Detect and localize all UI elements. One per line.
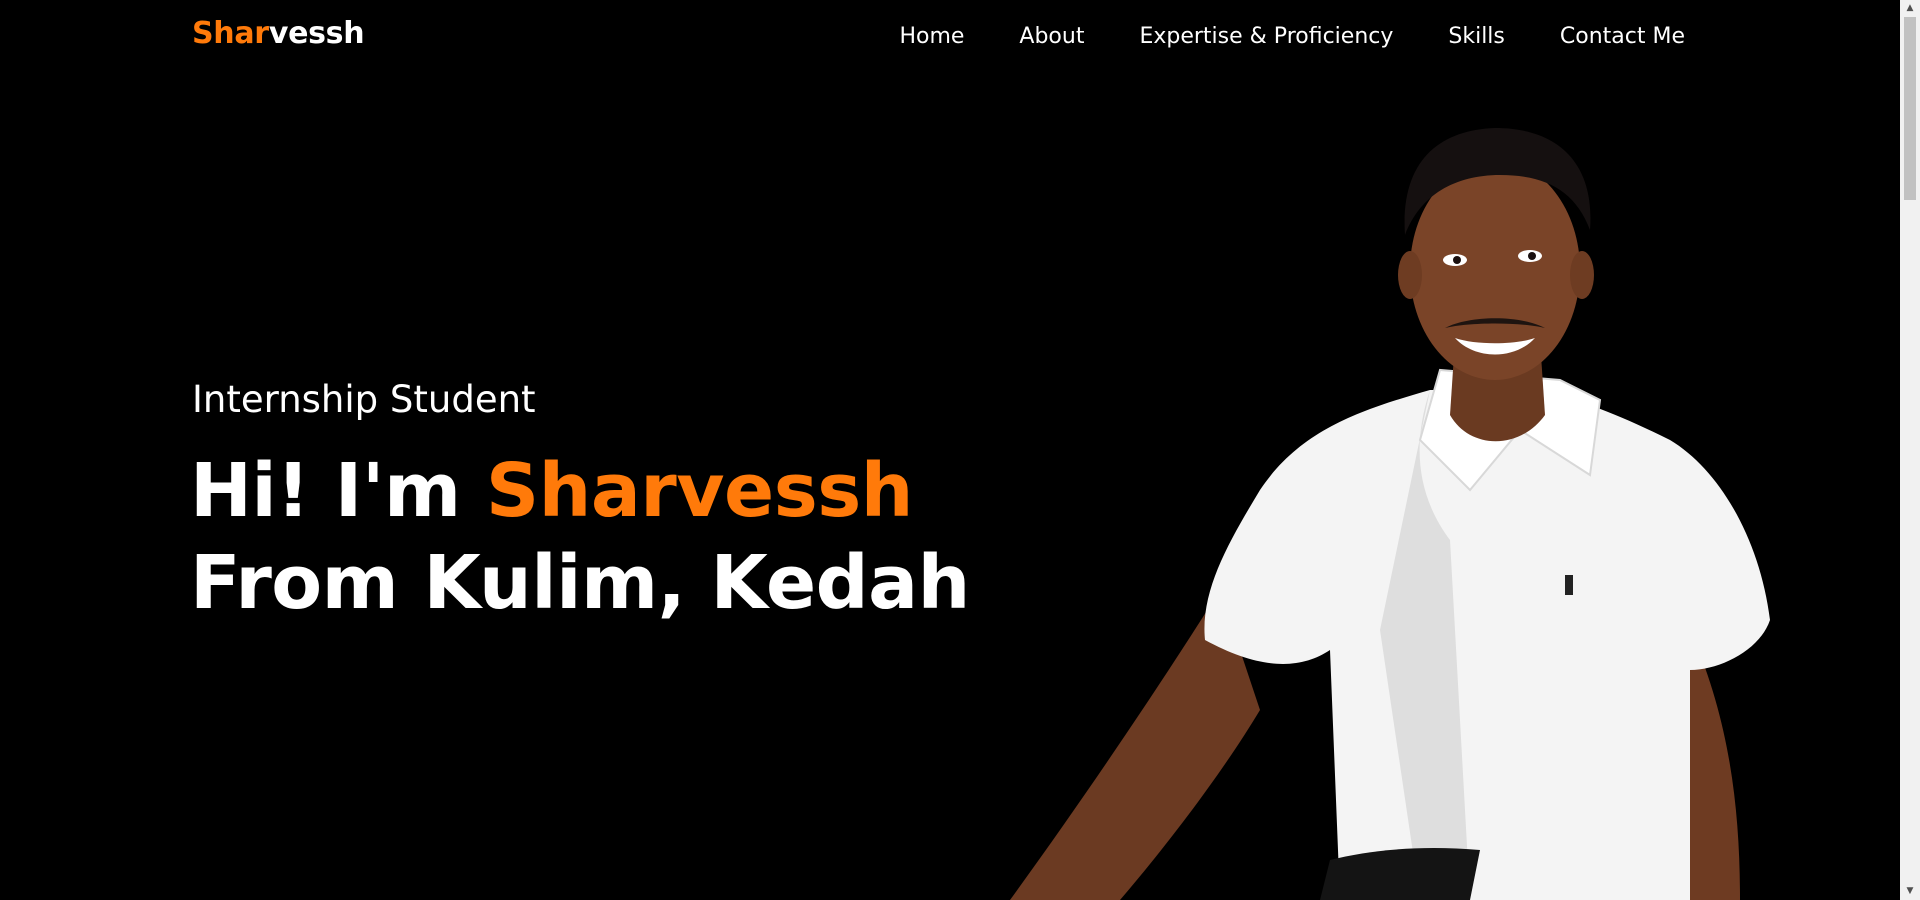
scroll-down-arrow-icon[interactable]: ▼ <box>1900 883 1920 900</box>
hero-section: Internship Student Hi! I'm Sharvessh Fro… <box>190 378 1090 629</box>
portrait-shirt-emblem <box>1565 575 1573 595</box>
nav-link-expertise[interactable]: Expertise & Proficiency <box>1139 24 1393 49</box>
profile-portrait-image <box>1010 128 1770 900</box>
nav-link-contact[interactable]: Contact Me <box>1560 24 1685 49</box>
nav-item-home: Home <box>899 24 964 49</box>
nav-menu: Home About Expertise & Proficiency Skill… <box>844 24 1685 49</box>
headline-greeting: Hi! I'm <box>190 448 486 534</box>
navbar: Sharvessh Home About Expertise & Profici… <box>0 0 1900 78</box>
portrait-right-pupil <box>1528 252 1536 260</box>
portrait-right-ear <box>1570 251 1594 299</box>
nav-link-skills[interactable]: Skills <box>1448 24 1505 49</box>
hero-headline: Hi! I'm Sharvessh From Kulim, Kedah <box>190 445 1090 629</box>
nav-link-home[interactable]: Home <box>899 24 964 49</box>
vertical-scrollbar[interactable]: ▲ ▼ <box>1900 0 1920 900</box>
nav-item-about: About <box>1019 24 1084 49</box>
nav-item-skills: Skills <box>1448 24 1505 49</box>
nav-item-expertise: Expertise & Proficiency <box>1139 24 1393 49</box>
nav-item-contact: Contact Me <box>1560 24 1685 49</box>
scroll-up-arrow-icon[interactable]: ▲ <box>1900 0 1920 17</box>
headline-name: Sharvessh <box>485 448 914 534</box>
logo-accent-text: Shar <box>192 16 269 51</box>
portrait-left-pupil <box>1453 256 1461 264</box>
portfolio-page: Sharvessh Home About Expertise & Profici… <box>0 0 1900 900</box>
browser-viewport: Sharvessh Home About Expertise & Profici… <box>0 0 1920 900</box>
portrait-left-ear <box>1398 251 1422 299</box>
site-logo[interactable]: Sharvessh <box>192 16 365 51</box>
scrollbar-thumb[interactable] <box>1904 17 1916 200</box>
headline-location: From Kulim, Kedah <box>190 540 970 626</box>
nav-link-about[interactable]: About <box>1019 24 1084 49</box>
logo-text: vessh <box>268 16 365 51</box>
hero-subtitle: Internship Student <box>192 378 536 421</box>
